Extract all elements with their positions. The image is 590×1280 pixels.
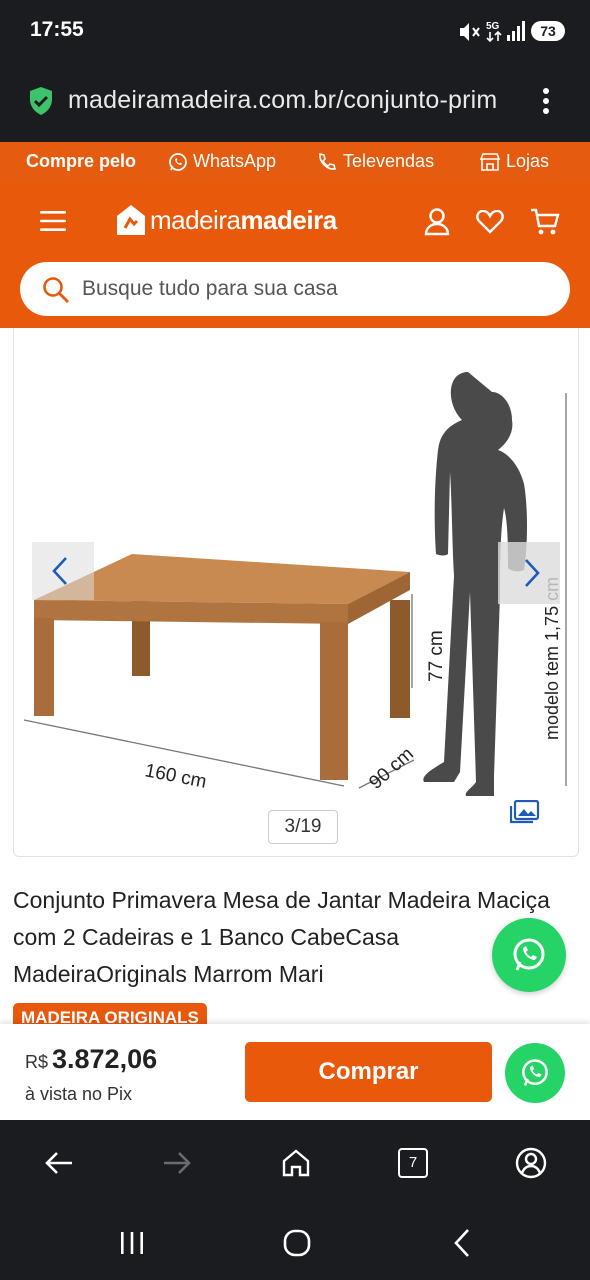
home-icon[interactable]: [281, 1148, 311, 1178]
heart-icon[interactable]: [476, 210, 504, 234]
logo-house-icon: [117, 205, 145, 235]
product-price: 3.872,06: [52, 1044, 158, 1074]
user-icon[interactable]: [424, 208, 450, 236]
cart-icon[interactable]: [530, 208, 560, 236]
whatsapp-icon: [513, 938, 545, 971]
5g-icon: 5G: [486, 21, 502, 43]
battery-indicator: 73: [531, 21, 565, 41]
forward-arrow-icon[interactable]: [162, 1150, 192, 1176]
phone-icon: [319, 152, 336, 170]
hamburger-menu-icon[interactable]: [40, 210, 66, 232]
dimension-height-label: 77 cm: [426, 630, 447, 682]
buy-bar: R$ 3.872,06 à vista no Pix Comprar: [0, 1024, 590, 1120]
site-header: madeiramadeira Busque tudo para sua casa: [0, 182, 590, 328]
promo-whatsapp-label: WhatsApp: [193, 151, 277, 171]
product-image: 160 cm 90 cm 77 cm modelo tem 1,75 cm: [23, 372, 567, 796]
tab-switcher-button[interactable]: 7: [398, 1148, 428, 1178]
search-input[interactable]: Busque tudo para sua casa: [82, 277, 338, 301]
payment-note: à vista no Pix: [25, 1084, 133, 1104]
promo-lojas-label: Lojas: [506, 151, 550, 171]
promo-lojas-link[interactable]: Lojas: [479, 151, 549, 172]
signal-icon: [507, 21, 525, 41]
product-title: Conjunto Primavera Mesa de Jantar Madeir…: [13, 887, 550, 987]
system-home-icon[interactable]: [283, 1229, 311, 1257]
back-arrow-icon[interactable]: [44, 1150, 74, 1176]
promo-whatsapp-link[interactable]: WhatsApp: [168, 151, 276, 172]
search-bar[interactable]: Busque tudo para sua casa: [20, 262, 570, 316]
browser-url-bar[interactable]: madeiramadeira.com.br/conjunto-prim: [0, 64, 590, 142]
dimension-depth-label: 90 cm: [365, 743, 418, 793]
chevron-left-icon: [52, 557, 67, 585]
whatsapp-icon: [169, 152, 187, 171]
system-nav-bar: [0, 1206, 590, 1280]
promo-prefix: Compre pelo: [26, 151, 137, 171]
svg-text:5G: 5G: [486, 21, 500, 32]
mute-icon: [460, 23, 480, 41]
buybar-whatsapp-button[interactable]: [505, 1043, 565, 1103]
url-text[interactable]: madeiramadeira.com.br/conjunto-prim: [68, 86, 518, 115]
floating-whatsapp-button[interactable]: [492, 918, 566, 992]
gallery-next-button[interactable]: [498, 542, 560, 604]
more-vert-icon[interactable]: [536, 86, 556, 116]
status-bar: 17:55 5G 73: [0, 0, 590, 64]
recent-apps-icon[interactable]: [119, 1230, 145, 1256]
system-back-icon[interactable]: [452, 1228, 472, 1258]
product-image-gallery[interactable]: 160 cm 90 cm 77 cm modelo tem 1,75 cm: [13, 328, 579, 857]
gallery-counter: 3/19: [268, 810, 338, 844]
promo-televendas-label: Televendas: [343, 151, 435, 171]
photo-gallery-icon[interactable]: [510, 800, 540, 824]
promo-televendas-link[interactable]: Televendas: [316, 151, 434, 172]
buy-button[interactable]: Comprar: [245, 1042, 492, 1102]
dimension-width-label: 160 cm: [143, 760, 208, 793]
site-logo[interactable]: madeiramadeira: [116, 204, 337, 236]
promo-strip: Compre pelo WhatsApp Televendas Lojas: [0, 142, 590, 182]
chevron-right-icon: [525, 559, 540, 587]
secure-shield-icon: [30, 87, 52, 115]
whatsapp-icon: [522, 1059, 548, 1086]
status-time: 17:55: [30, 18, 84, 41]
gallery-prev-button[interactable]: [32, 542, 94, 600]
account-icon[interactable]: [515, 1147, 547, 1179]
logo-text-light: madeira: [150, 204, 241, 235]
search-icon: [43, 277, 69, 303]
price-currency: R$: [25, 1052, 49, 1072]
logo-text-bold: madeira: [240, 204, 337, 235]
browser-toolbar: 7: [0, 1120, 590, 1206]
store-icon: [479, 152, 501, 171]
